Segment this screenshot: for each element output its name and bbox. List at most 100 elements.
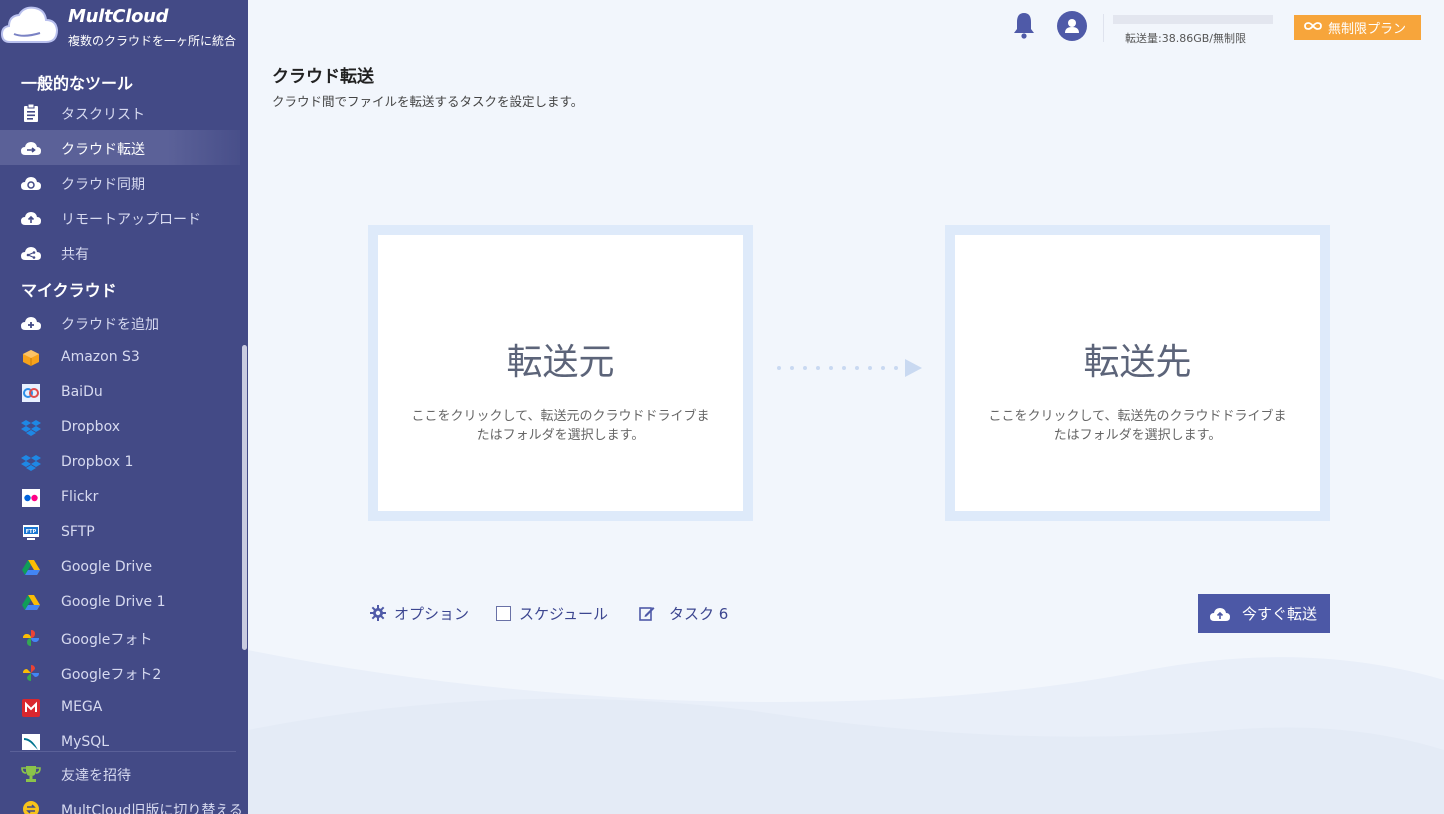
sidebar-item-baidu[interactable]: BaiDu [0, 375, 240, 410]
task-label: タスク 6 [669, 604, 729, 623]
sidebar-item-label: 友達を招待 [61, 768, 131, 784]
mega-icon [21, 698, 41, 718]
google-drive-icon [21, 593, 41, 613]
source-card-panel[interactable]: 転送元 ここをクリックして、転送元のクラウドドライブまたはフォルダを選択します。 [378, 235, 743, 511]
source-description: ここをクリックして、転送元のクラウドドライブまたはフォルダを選択します。 [411, 409, 710, 443]
destination-card[interactable]: 転送先 ここをクリックして、転送先のクラウドドライブまたはフォルダを選択します。 [945, 225, 1330, 521]
sidebar-item-google-drive-1[interactable]: Google Drive 1 [0, 585, 240, 620]
sidebar-item-label: Googleフォト2 [61, 667, 162, 683]
clipboard-icon [21, 103, 41, 123]
sidebar-item-label: BaiDu [61, 384, 103, 400]
sidebar-item-label: 共有 [61, 247, 89, 263]
brand-subtitle: 複数のクラウドを一ヶ所に統合 [68, 34, 237, 48]
sidebar-item-label: Flickr [61, 489, 99, 505]
user-avatar-icon[interactable] [1057, 11, 1087, 41]
edit-icon [639, 605, 655, 621]
switch-icon [21, 799, 41, 814]
destination-description: ここをクリックして、転送先のクラウドドライブまたはフォルダを選択します。 [988, 409, 1287, 443]
sidebar-item-flickr[interactable]: Flickr [0, 480, 240, 515]
sidebar-item-label: クラウド転送 [61, 142, 145, 158]
baidu-icon [21, 383, 41, 403]
clouds-heading: マイクラウド [21, 281, 117, 300]
sidebar-item-label: SFTP [61, 524, 95, 540]
multcloud-logo-icon [0, 6, 59, 43]
sidebar-item-share[interactable]: 共有 [0, 235, 240, 270]
infinity-icon [1304, 20, 1322, 35]
svg-text:FTP: FTP [26, 529, 37, 535]
brand-title: MultCloud [68, 6, 169, 27]
sidebar-divider [10, 751, 236, 752]
sidebar-item-mega[interactable]: MEGA [0, 690, 240, 725]
sidebar: MultCloud 複数のクラウドを一ヶ所に統合 一般的なツール タスクリスト … [0, 0, 248, 814]
dropbox-icon [21, 453, 41, 473]
destination-title: 転送先 [1083, 342, 1192, 383]
dropbox-icon [21, 418, 41, 438]
bell-icon[interactable] [1012, 11, 1036, 39]
quota-text: 転送量:38.86GB/無制限 [1125, 32, 1246, 45]
google-photos-icon [21, 663, 41, 683]
mysql-icon [21, 733, 41, 750]
transfer-arrow-icon [777, 359, 922, 377]
sidebar-item-switch-legacy[interactable]: MultCloud旧版に切り替える [0, 791, 243, 814]
sidebar-item-label: タスクリスト [61, 107, 145, 123]
destination-card-panel[interactable]: 転送先 ここをクリックして、転送先のクラウドドライブまたはフォルダを選択します。 [955, 235, 1320, 511]
page-title: クラウド転送 [272, 67, 374, 87]
sidebar-item-cloud-sync[interactable]: クラウド同期 [0, 165, 240, 200]
trophy-icon [21, 764, 41, 784]
flickr-icon [21, 488, 41, 508]
page-description: クラウド間でファイルを転送するタスクを設定します。 [272, 94, 584, 109]
cloud-transfer-icon [1210, 607, 1230, 621]
tools-heading: 一般的なツール [21, 74, 134, 93]
sidebar-item-remote-upload[interactable]: リモートアップロード [0, 200, 240, 235]
google-photos-icon [21, 628, 41, 648]
plan-label: 無制限プラン [1328, 22, 1407, 37]
sidebar-item-label: Google Drive [61, 559, 153, 575]
cloud-share-icon [21, 243, 41, 263]
sidebar-item-label: Amazon S3 [61, 349, 140, 365]
schedule-checkbox[interactable] [496, 605, 511, 621]
wave-background [248, 650, 1444, 814]
options-button[interactable]: オプション [370, 603, 469, 623]
sidebar-item-task-list[interactable]: タスクリスト [0, 95, 240, 130]
sidebar-item-label: Dropbox [61, 419, 120, 435]
cloud-list[interactable]: クラウドを追加 Amazon S3 BaiDu Dropbox Dropbox … [0, 305, 240, 750]
sidebar-item-google-drive[interactable]: Google Drive [0, 550, 240, 585]
sidebar-item-label: クラウドを追加 [61, 317, 159, 333]
sidebar-item-dropbox-1[interactable]: Dropbox 1 [0, 445, 240, 480]
sidebar-item-google-photos[interactable]: Googleフォト [0, 620, 240, 655]
task-name-button[interactable]: タスク 6 [639, 603, 728, 623]
options-label: オプション [394, 604, 470, 623]
sidebar-item-label: MySQL [61, 734, 110, 750]
sidebar-scrollbar[interactable] [242, 345, 247, 650]
sidebar-item-amazon-s3[interactable]: Amazon S3 [0, 340, 240, 375]
sidebar-item-label: Google Drive 1 [61, 594, 166, 610]
schedule-label: スケジュール [519, 604, 608, 623]
sidebar-item-invite-friends[interactable]: 友達を招待 [0, 756, 240, 791]
sidebar-item-dropbox[interactable]: Dropbox [0, 410, 240, 445]
brand-logo[interactable]: MultCloud 複数のクラウドを一ヶ所に統合 [0, 0, 248, 56]
sidebar-item-label: Dropbox 1 [61, 454, 134, 470]
sidebar-item-sftp[interactable]: FTP SFTP [0, 515, 240, 550]
sftp-icon: FTP [21, 523, 41, 543]
quota-progress-bar [1113, 15, 1273, 24]
sidebar-item-label: クラウド同期 [61, 177, 145, 193]
transfer-now-label: 今すぐ転送 [1242, 605, 1318, 623]
google-drive-icon [21, 558, 41, 578]
sidebar-item-label: MultCloud旧版に切り替える [61, 803, 243, 814]
header-divider [1103, 14, 1104, 42]
sidebar-item-label: MEGA [61, 699, 103, 715]
schedule-toggle[interactable]: スケジュール [496, 603, 608, 623]
gear-icon [370, 605, 386, 621]
source-title: 転送元 [506, 342, 615, 383]
source-card[interactable]: 転送元 ここをクリックして、転送元のクラウドドライブまたはフォルダを選択します。 [368, 225, 753, 521]
sidebar-item-add-cloud[interactable]: クラウドを追加 [0, 305, 240, 340]
cloud-add-icon [21, 313, 41, 333]
sidebar-item-cloud-transfer[interactable]: クラウド転送 [0, 130, 240, 165]
cloud-transfer-icon [21, 138, 41, 158]
sidebar-item-mysql[interactable]: MySQL [0, 725, 240, 750]
sidebar-item-google-photos-2[interactable]: Googleフォト2 [0, 655, 240, 690]
plan-button[interactable]: 無制限プラン [1294, 15, 1421, 40]
amazon-s3-icon [21, 348, 41, 368]
transfer-now-button[interactable]: 今すぐ転送 [1198, 594, 1330, 633]
sidebar-item-label: リモートアップロード [61, 212, 201, 228]
